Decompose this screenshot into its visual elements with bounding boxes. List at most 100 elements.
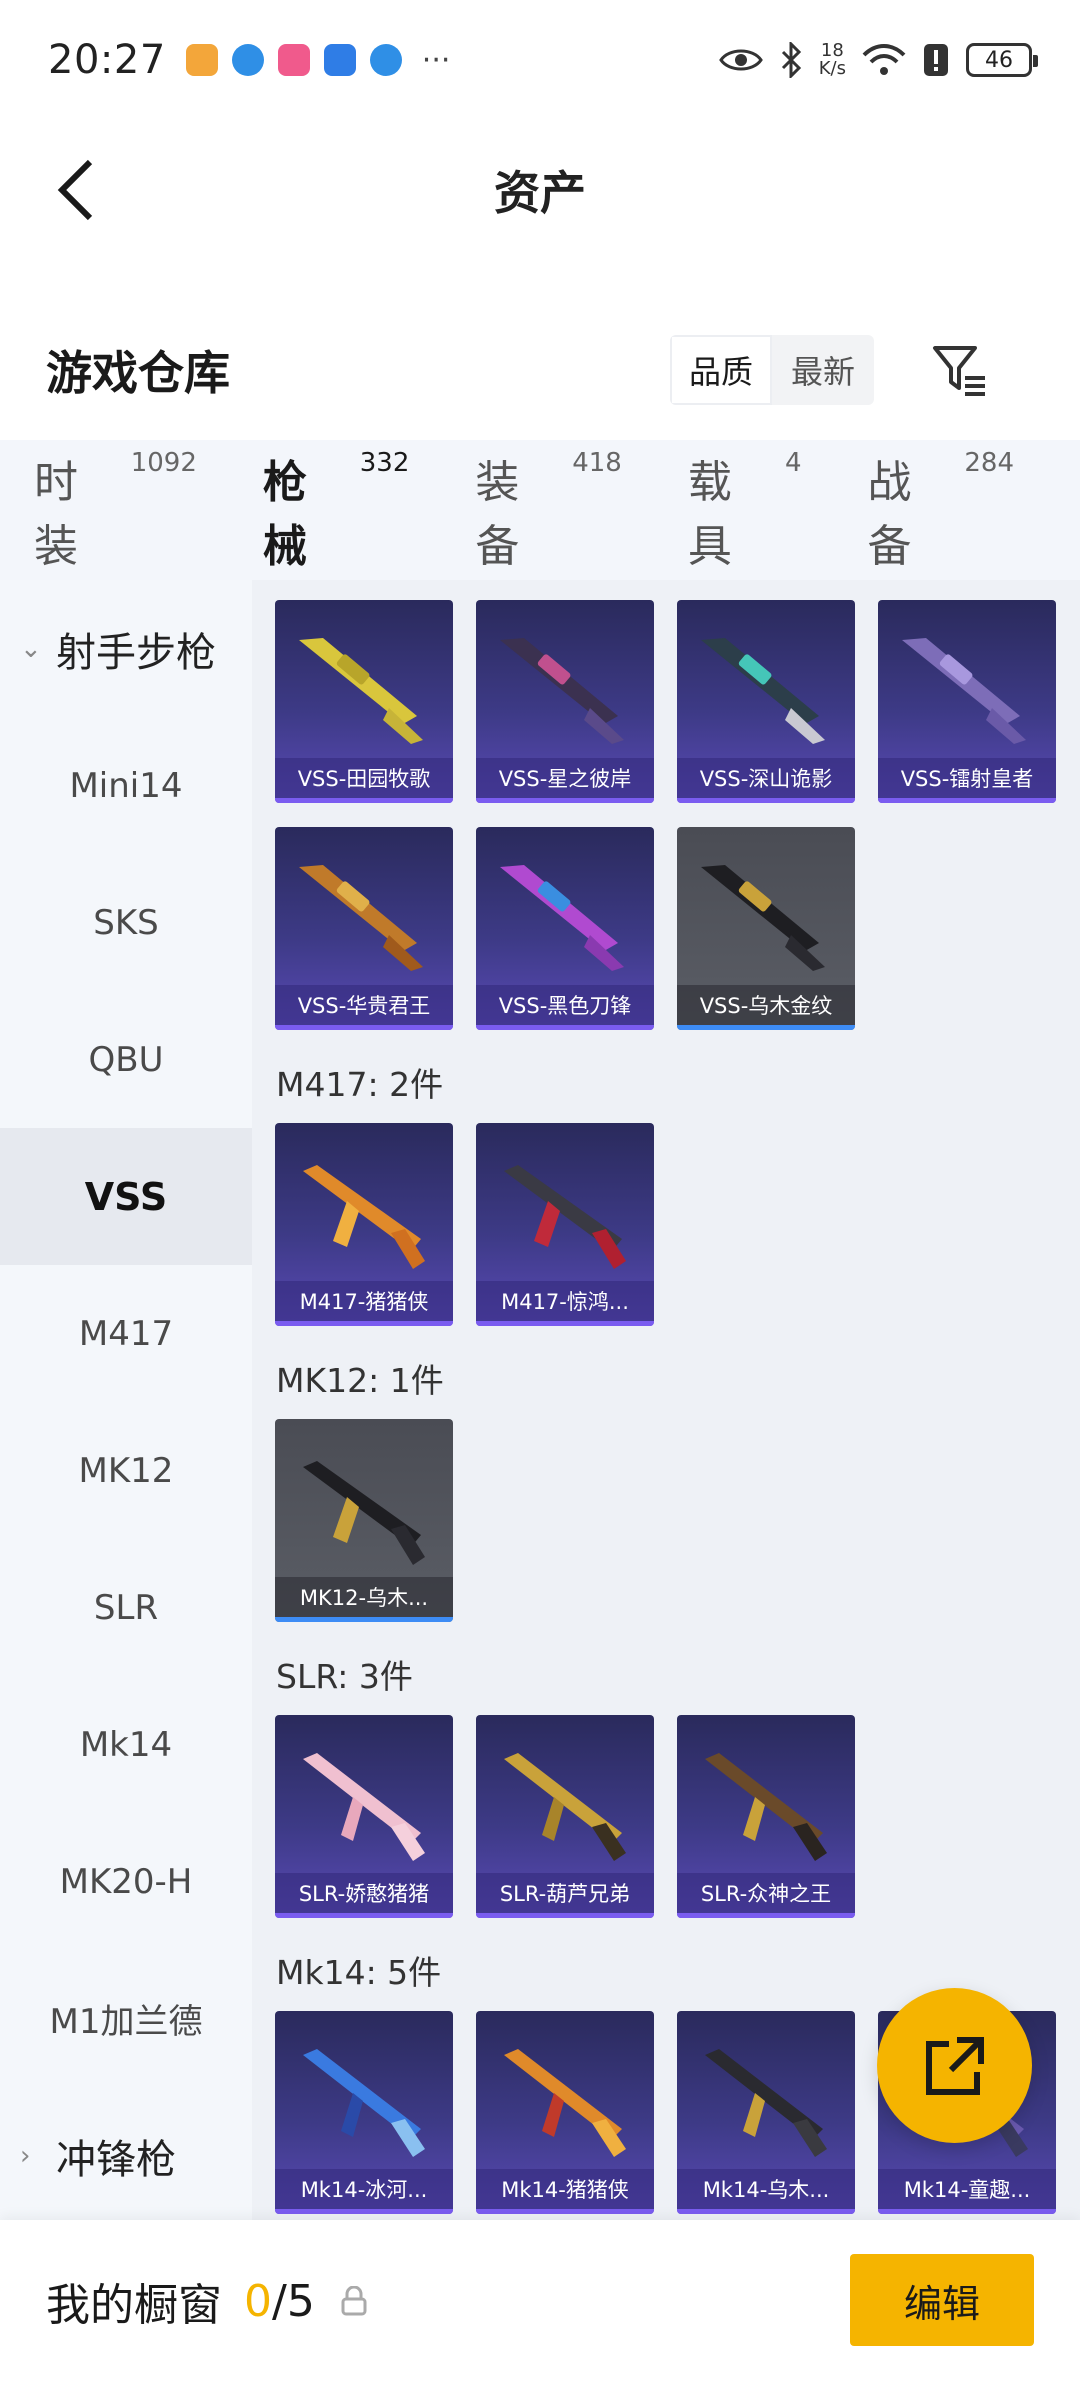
alert-icon <box>924 44 948 76</box>
sort-option-newest[interactable]: 最新 <box>772 335 874 405</box>
bilibili-notification-icon <box>277 44 310 76</box>
more-notifications-icon: ··· <box>421 42 451 78</box>
rifle-icon <box>303 1753 425 1861</box>
sidebar-item-sks[interactable]: SKS <box>0 854 252 991</box>
status-time: 20:27 <box>48 37 166 83</box>
sidebar-item-mk14[interactable]: Mk14 <box>0 1676 252 1813</box>
sidebar-item-mk20h[interactable]: MK20-H <box>0 1813 252 1950</box>
notification-icons: ··· <box>185 42 451 78</box>
weapon-card[interactable]: M417-惊鸿... <box>476 1123 654 1326</box>
sidebar-item-qbu[interactable]: QBU <box>0 991 252 1128</box>
weapon-card[interactable]: MK12-乌木... <box>275 1419 453 1622</box>
rarity-bar <box>476 1321 654 1326</box>
sidebar-item-m1-garand[interactable]: M1加兰德 <box>0 1950 252 2087</box>
section-label-slr: SLR: 3件 <box>276 1657 413 1696</box>
browser-notification-icon <box>231 44 264 76</box>
rifle-icon <box>500 638 624 744</box>
tab-vehicles[interactable]: 载具 4 <box>688 446 802 574</box>
tab-equipment[interactable]: 装备 418 <box>475 446 621 574</box>
app-notification-icon <box>185 44 218 76</box>
bluetooth-notification-icon <box>323 44 356 76</box>
rifle-icon <box>303 2049 425 2157</box>
weapon-card[interactable]: M417-猪猪侠 <box>275 1123 453 1326</box>
network-speed-unit: K/s <box>818 58 846 79</box>
rifle-icon <box>701 865 825 971</box>
sort-option-quality[interactable]: 品质 <box>670 335 772 405</box>
tab-firearms[interactable]: 枪械 332 <box>263 446 410 608</box>
weapon-card[interactable]: Mk14-猪猪侠 <box>476 2011 654 2214</box>
sort-toggle: 品质 最新 <box>670 335 874 405</box>
weapon-card[interactable]: SLR-葫芦兄弟 <box>476 1715 654 1918</box>
weapon-card[interactable]: VSS-田园牧歌 <box>275 600 453 803</box>
showcase-bar: 我的橱窗 0/5 编辑 <box>0 2220 1080 2382</box>
rarity-bar <box>275 2209 453 2214</box>
rifle-icon <box>500 865 624 971</box>
weapon-card[interactable]: SLR-娇憨猪猪 <box>275 1715 453 1918</box>
rarity-bar <box>677 1913 855 1918</box>
battery-icon: 46 <box>966 43 1038 77</box>
tab-label: 战备 <box>867 457 912 572</box>
weapon-name: M417-猪猪侠 <box>275 1281 453 1321</box>
page-title: 资产 <box>494 166 586 220</box>
weapon-card[interactable]: VSS-华贵君王 <box>275 827 453 1030</box>
weapon-card[interactable]: Mk14-冰河... <box>275 2011 453 2214</box>
tab-fashion[interactable]: 时装 1092 <box>34 446 197 574</box>
weapon-name: MK12-乌木... <box>275 1577 453 1617</box>
sidebar-item-vss[interactable]: VSS <box>0 1128 252 1265</box>
status-right: 18 K/s 46 <box>718 42 1038 79</box>
weapon-card[interactable]: VSS-深山诡影 <box>677 600 855 803</box>
sidebar-item-slr[interactable]: SLR <box>0 1539 252 1676</box>
tab-count: 4 <box>784 448 802 478</box>
sidebar-item-mini14[interactable]: Mini14 <box>0 717 252 854</box>
weapon-card[interactable]: VSS-乌木金纹 <box>677 827 855 1030</box>
showcase-used-count: 0 <box>244 2275 272 2327</box>
chevron-right-icon: › <box>20 2140 31 2171</box>
rarity-bar <box>476 1913 654 1918</box>
back-arrow-icon <box>57 159 93 221</box>
rarity-bar <box>878 798 1056 803</box>
edit-button[interactable]: 编辑 <box>850 2254 1034 2346</box>
rarity-bar <box>878 2209 1056 2214</box>
tab-label: 时装 <box>34 457 78 572</box>
battery-level: 46 <box>985 47 1013 73</box>
weapon-name: Mk14-猪猪侠 <box>476 2169 654 2209</box>
sidebar-item-m417[interactable]: M417 <box>0 1265 252 1402</box>
share-fab-button[interactable] <box>877 1988 1032 2143</box>
back-button[interactable] <box>36 150 116 230</box>
weapon-card[interactable]: VSS-镭射皇者 <box>878 600 1056 803</box>
weapon-name: VSS-黑色刀锋 <box>476 985 654 1025</box>
status-bar: 20:27 ··· 18 K/s 46 <box>0 0 1080 120</box>
rifle-icon <box>504 1165 626 1269</box>
tab-supplies[interactable]: 战备 284 <box>868 446 1014 574</box>
weapon-name: SLR-众神之王 <box>677 1873 855 1913</box>
tab-count: 332 <box>359 448 410 478</box>
rarity-bar <box>677 1025 855 1030</box>
weapon-card[interactable]: Mk14-乌木... <box>677 2011 855 2214</box>
weapon-card[interactable]: VSS-星之彼岸 <box>476 600 654 803</box>
weapon-card[interactable]: SLR-众神之王 <box>677 1715 855 1918</box>
weapon-name: M417-惊鸿... <box>476 1281 654 1321</box>
share-external-icon <box>925 2036 984 2095</box>
sidebar-item-mk12[interactable]: MK12 <box>0 1402 252 1539</box>
weapon-name: VSS-华贵君王 <box>275 985 453 1025</box>
tab-count: 284 <box>964 448 1014 478</box>
weapon-card[interactable]: VSS-黑色刀锋 <box>476 827 654 1030</box>
rarity-bar <box>677 2209 855 2214</box>
tab-count: 1092 <box>130 448 197 478</box>
weapon-name: VSS-乌木金纹 <box>677 985 855 1025</box>
tab-label: 装备 <box>475 457 520 572</box>
chevron-down-icon: ⌄ <box>20 633 42 664</box>
rifle-icon <box>303 1461 425 1565</box>
eye-icon <box>718 49 763 71</box>
sidebar-category-smg[interactable]: › 冲锋枪 <box>0 2087 252 2224</box>
weapon-name: Mk14-童趣... <box>878 2169 1056 2209</box>
showcase-total-count: /5 <box>272 2275 315 2327</box>
showcase-count: 0/5 <box>244 2276 315 2327</box>
rifle-icon <box>504 2049 626 2157</box>
rarity-bar <box>476 2209 654 2214</box>
rarity-bar <box>275 1913 453 1918</box>
filter-button[interactable] <box>925 335 995 405</box>
rifle-icon <box>303 1165 425 1269</box>
weapon-name: VSS-田园牧歌 <box>275 758 453 798</box>
sidebar-category-marksman-rifle[interactable]: ⌄ 射手步枪 <box>0 580 252 717</box>
